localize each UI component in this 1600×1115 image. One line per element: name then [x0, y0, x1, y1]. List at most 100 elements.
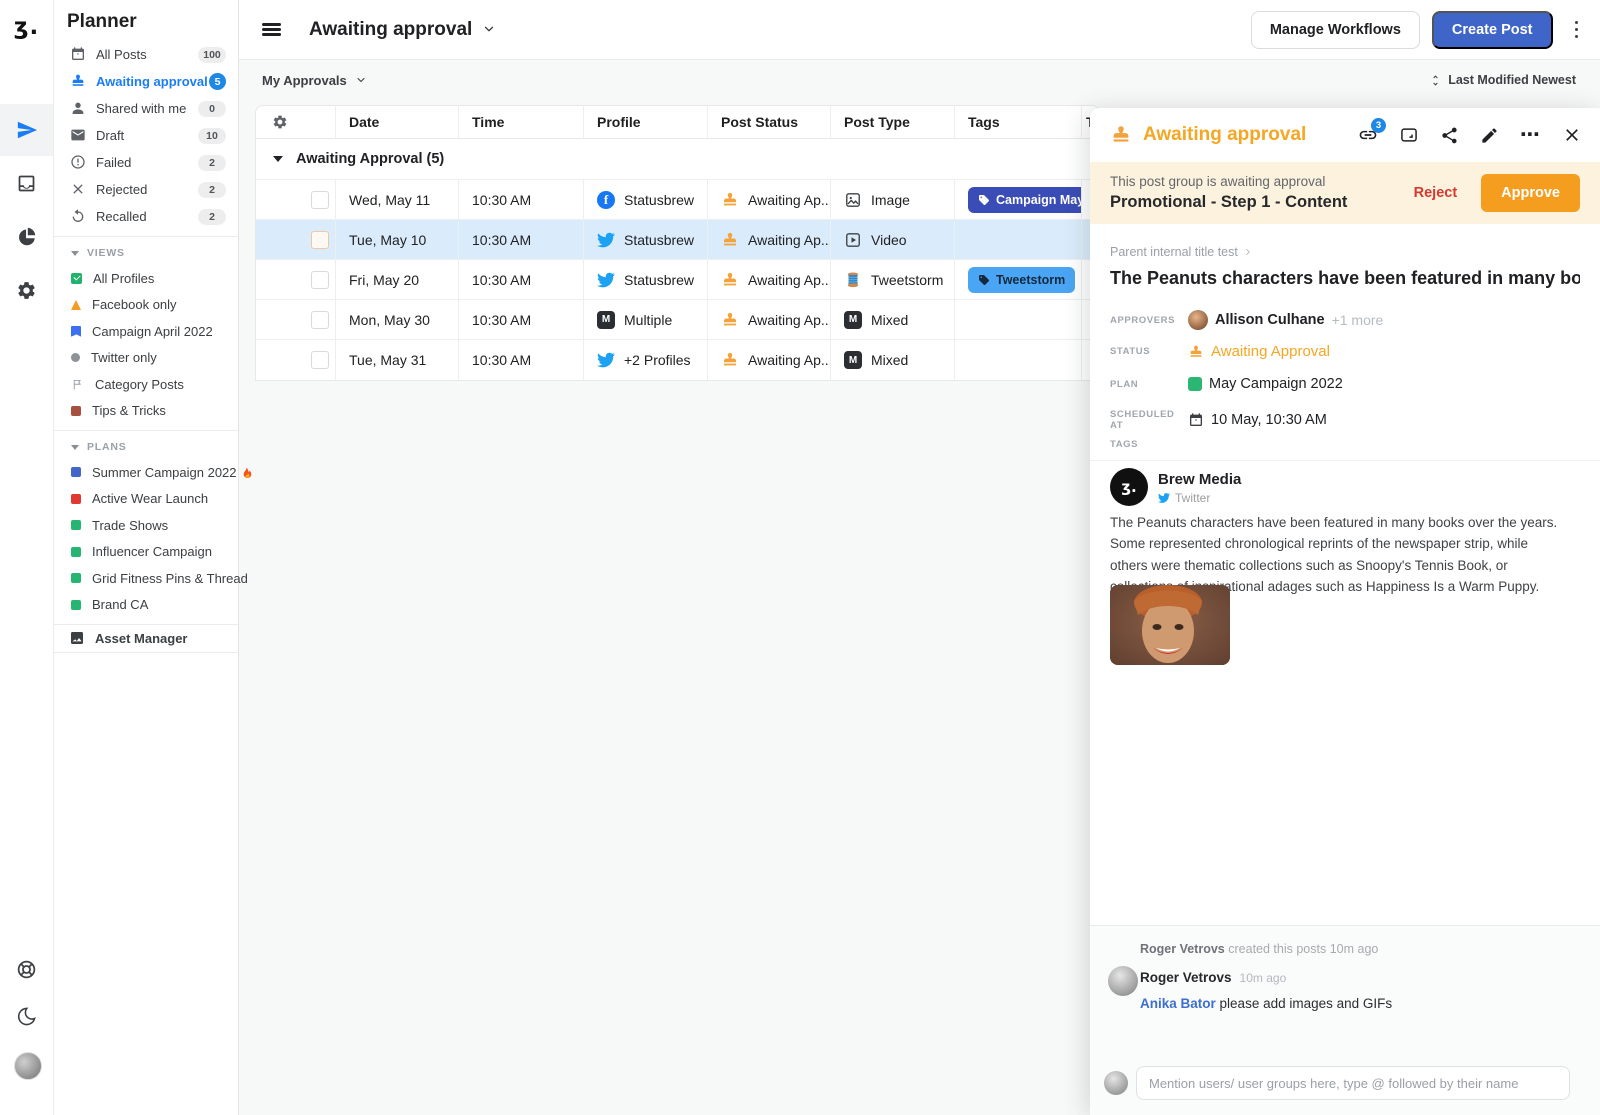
sidebar-plan-brand-ca[interactable]: Brand CA — [53, 592, 238, 619]
more-ellipsis-icon[interactable]: ⋯ — [1520, 130, 1541, 140]
rail-item-planner[interactable] — [0, 104, 53, 156]
sidebar-view-all-profiles[interactable]: All Profiles — [53, 265, 238, 292]
stamp-icon — [70, 73, 86, 91]
link-icon[interactable]: 3 — [1358, 125, 1378, 145]
mention-link[interactable]: Anika Bator — [1140, 996, 1216, 1011]
sidebar-item-draft[interactable]: Draft 10 — [53, 122, 238, 149]
woman-portrait-image — [1110, 585, 1230, 665]
approver-avatar — [1188, 310, 1208, 330]
share-icon[interactable] — [1440, 126, 1459, 145]
table-row-selected[interactable]: Tue, May 10 10:30 AM Statusbrew Awaiting… — [256, 220, 1099, 260]
divider — [53, 236, 238, 237]
breadcrumb[interactable]: Parent internal title test — [1110, 245, 1253, 259]
cell-profile: Statusbrew — [584, 220, 708, 260]
row-checkbox[interactable] — [311, 311, 329, 329]
sidebar-view-category-posts[interactable]: Category Posts — [53, 371, 238, 398]
sidebar-item-all-posts[interactable]: All Posts 100 — [53, 41, 238, 68]
sidebar-item-failed[interactable]: Failed 2 — [53, 149, 238, 176]
group-header-awaiting-approval[interactable]: Awaiting Approval (5) — [256, 139, 1099, 180]
approvers-more[interactable]: +1 more — [1332, 312, 1384, 328]
sort-selector[interactable]: Last Modified Newest — [1429, 73, 1576, 87]
sidebar-view-twitter-only[interactable]: Twitter only — [53, 345, 238, 372]
sidebar-view-tips-tricks[interactable]: Tips & Tricks — [53, 398, 238, 425]
manage-workflows-button[interactable]: Manage Workflows — [1251, 11, 1420, 49]
more-menu-icon[interactable] — [1569, 15, 1585, 45]
approve-button[interactable]: Approve — [1481, 174, 1580, 212]
edit-pencil-icon[interactable] — [1480, 126, 1499, 145]
tag-pill[interactable]: Campaign May — [968, 187, 1082, 213]
close-icon[interactable] — [1562, 125, 1582, 145]
alert-icon — [70, 154, 86, 172]
tag-pill[interactable]: Tweetstorm — [968, 267, 1075, 293]
cell-tags — [955, 340, 1082, 380]
scope-selector[interactable]: My Approvals — [262, 73, 367, 88]
column-header-date[interactable]: Date — [336, 106, 459, 139]
table-row[interactable]: Mon, May 30 10:30 AM MMultiple Awaiting … — [256, 300, 1099, 340]
views-section-header[interactable]: VIEWS — [53, 241, 238, 265]
reject-button[interactable]: Reject — [1404, 177, 1468, 209]
column-header-post-status[interactable]: Post Status — [708, 106, 831, 139]
row-checkbox[interactable] — [311, 271, 329, 289]
stamp-icon — [721, 311, 739, 329]
plans-section-header[interactable]: PLANS — [53, 435, 238, 459]
sidebar-view-campaign-april[interactable]: Campaign April 2022 — [53, 318, 238, 345]
row-checkbox[interactable] — [311, 351, 329, 369]
paper-plane-icon — [16, 119, 38, 141]
sidebar-plan-trade-shows[interactable]: Trade Shows — [53, 512, 238, 539]
field-status: STATUS Awaiting Approval — [1110, 343, 1330, 360]
table-row[interactable]: Tue, May 31 10:30 AM +2 Profiles Awaitin… — [256, 340, 1099, 380]
hamburger-menu-icon[interactable] — [262, 23, 281, 36]
column-header-post-type[interactable]: Post Type — [831, 106, 955, 139]
column-header-tags[interactable]: Tags — [955, 106, 1082, 139]
sidebar-plan-influencer[interactable]: Influencer Campaign — [53, 539, 238, 566]
cell-profile: Statusbrew — [584, 260, 708, 300]
sidebar-item-shared-with-me[interactable]: Shared with me 0 — [53, 95, 238, 122]
sidebar-plan-summer-campaign[interactable]: Summer Campaign 2022 — [53, 459, 238, 486]
table-header-row: Date Time Profile Post Status Post Type … — [256, 106, 1099, 139]
life-buoy-icon — [16, 959, 37, 980]
sidebar-view-facebook-only[interactable]: Facebook only — [53, 292, 238, 319]
facebook-icon: f — [597, 191, 615, 209]
sidebar-item-rejected[interactable]: Rejected 2 — [53, 176, 238, 203]
sidebar-plan-grid-fitness[interactable]: Grid Fitness Pins & Thread — [53, 565, 238, 592]
sidebar-item-asset-manager[interactable]: Asset Manager — [53, 624, 238, 653]
count-badge: 100 — [198, 47, 226, 63]
title-chevron-down-icon[interactable] — [482, 21, 496, 39]
rail-item-reports[interactable] — [0, 214, 53, 258]
column-settings-gear-icon[interactable] — [256, 106, 336, 139]
green-check-icon — [71, 273, 82, 284]
rail-item-help[interactable] — [0, 947, 53, 991]
green-square-icon — [71, 600, 81, 610]
sidebar-plan-active-wear[interactable]: Active Wear Launch — [53, 486, 238, 513]
post-detail-panel: Awaiting approval 3 ⋯ This post group is… — [1090, 108, 1600, 1115]
field-scheduled-at: SCHEDULED AT 10 May, 10:30 AM — [1110, 409, 1327, 431]
rail-item-inbox[interactable] — [0, 161, 53, 205]
comment-input[interactable] — [1136, 1066, 1570, 1100]
calendar-icon — [70, 46, 86, 64]
create-post-button[interactable]: Create Post — [1432, 11, 1553, 49]
cell-date: Wed, May 11 — [336, 180, 459, 220]
brew-logo[interactable]: ʒ. — [0, 14, 53, 40]
banner-message: This post group is awaiting approval — [1110, 174, 1347, 189]
cell-time: 10:30 AM — [459, 220, 584, 260]
post-image-attachment[interactable] — [1110, 585, 1230, 665]
user-avatar[interactable] — [14, 1052, 42, 1080]
comment-timestamp: 10m ago — [1240, 971, 1287, 985]
red-square-icon — [71, 494, 81, 504]
field-tags: TAGS — [1110, 439, 1188, 450]
preview-frame-icon[interactable] — [1399, 125, 1419, 145]
cell-profile: MMultiple — [584, 300, 708, 340]
table-row[interactable]: Wed, May 11 10:30 AM fStatusbrew Awaitin… — [256, 180, 1099, 220]
row-checkbox[interactable] — [311, 231, 329, 249]
row-checkbox[interactable] — [311, 191, 329, 209]
rail-item-settings[interactable] — [0, 268, 53, 312]
column-header-time[interactable]: Time — [459, 106, 584, 139]
column-header-profile[interactable]: Profile — [584, 106, 708, 139]
rail-item-dark-mode[interactable] — [0, 994, 53, 1038]
gray-dot-icon — [71, 353, 80, 362]
moon-icon — [16, 1006, 37, 1027]
stamp-icon — [721, 271, 739, 289]
sidebar-item-awaiting-approval[interactable]: Awaiting approval 5 — [53, 68, 238, 95]
table-row[interactable]: Fri, May 20 10:30 AM Statusbrew Awaiting… — [256, 260, 1099, 300]
sidebar-item-recalled[interactable]: Recalled 2 — [53, 203, 238, 230]
